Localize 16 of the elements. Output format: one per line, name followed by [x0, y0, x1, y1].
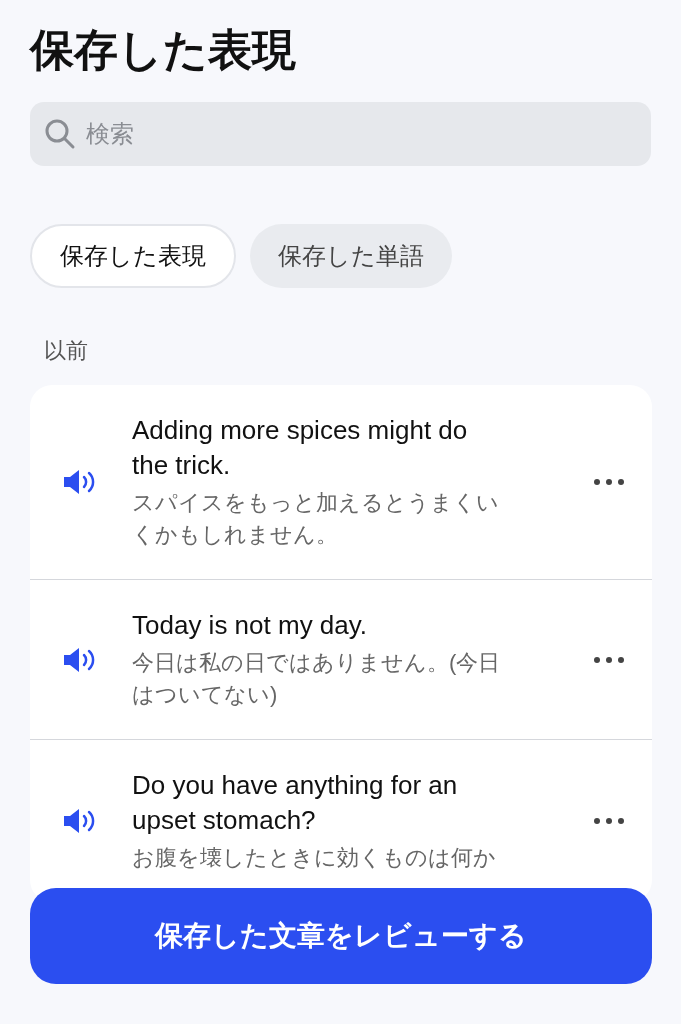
more-icon[interactable]: [594, 818, 624, 824]
phrase-text: Adding more spices might do the trick.: [132, 414, 469, 482]
section-heading: 以前: [44, 337, 88, 365]
more-icon[interactable]: [594, 479, 624, 485]
search-field[interactable]: 検索: [30, 102, 651, 166]
tab[interactable]: 保存した表現: [30, 224, 236, 288]
translation-text: 今日は私の日ではありません。(今日はついてない): [132, 649, 502, 709]
more-icon[interactable]: [594, 656, 624, 663]
phrase-text: Today is not my day.: [132, 609, 369, 642]
page-title: 保存した表現: [30, 24, 296, 76]
translation-text: スパイスをもっと加えるとうまくいくかもしれません。: [132, 489, 500, 549]
translation-text: お腹を壊したときに効くものは何か: [132, 844, 497, 872]
phrase-text: Do you have anything for an upset stomach?: [132, 769, 459, 837]
review-button[interactable]: 保存した文章をレビューする: [30, 888, 652, 984]
search-icon: [44, 118, 76, 150]
tab[interactable]: 保存した単語: [250, 224, 452, 288]
